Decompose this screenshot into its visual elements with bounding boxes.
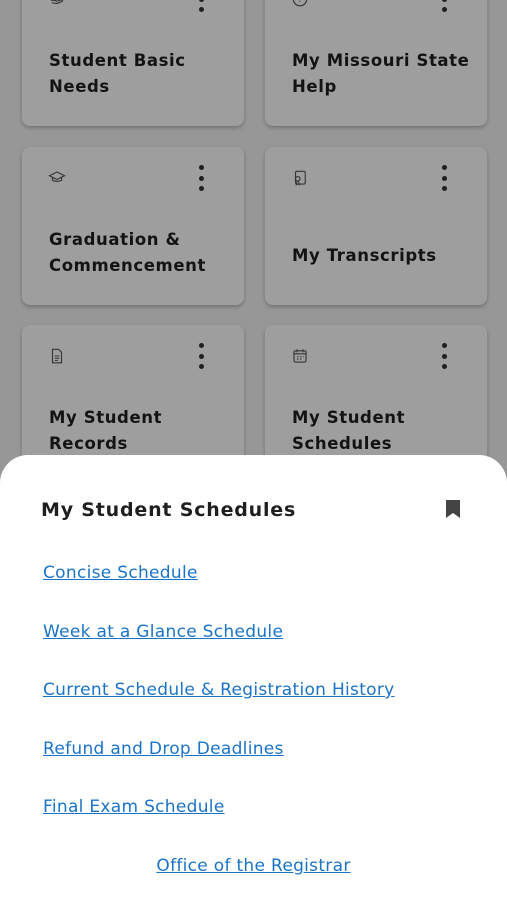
sheet-title: My Student Schedules — [41, 499, 297, 521]
link-current-schedule-registration-history[interactable]: Current Schedule & Registration History — [43, 680, 395, 700]
link-week-at-a-glance-schedule[interactable]: Week at a Glance Schedule — [43, 622, 283, 642]
link-final-exam-schedule[interactable]: Final Exam Schedule — [43, 797, 225, 817]
link-concise-schedule[interactable]: Concise Schedule — [43, 563, 198, 583]
link-refund-and-drop-deadlines[interactable]: Refund and Drop Deadlines — [43, 739, 284, 759]
bottom-sheet: My Student Schedules Concise Schedule We… — [0, 455, 507, 900]
bookmark-icon[interactable] — [445, 499, 461, 519]
link-office-of-the-registrar[interactable]: Office of the Registrar — [0, 856, 507, 876]
